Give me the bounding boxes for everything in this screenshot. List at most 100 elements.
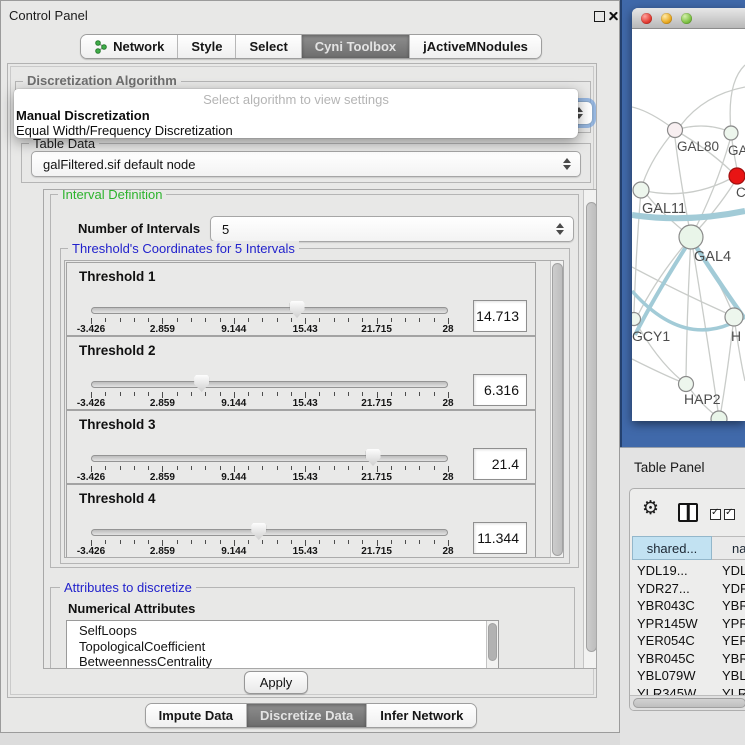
close-traffic-light[interactable] (641, 13, 652, 24)
minimize-traffic-light[interactable] (661, 13, 672, 24)
slider-track[interactable] (91, 455, 448, 462)
number-of-intervals-combobox[interactable]: 5 (210, 216, 574, 242)
tick-label: -3.426 (77, 398, 105, 409)
network-node-ga[interactable] (724, 126, 738, 140)
slider-track[interactable] (91, 381, 448, 388)
threshold-2-slider[interactable]: -3.4262.8599.14415.4321.71528 (67, 371, 537, 409)
network-node-hap2[interactable] (679, 377, 694, 392)
network-node-gal11[interactable] (633, 182, 649, 198)
network-window-titlebar[interactable] (632, 8, 745, 29)
checkbox-icon[interactable]: ✓ (724, 509, 735, 520)
minor-tick (205, 466, 206, 470)
slider-handle[interactable] (290, 301, 305, 318)
tab-impute-data[interactable]: Impute Data (146, 704, 247, 727)
slider-handle[interactable] (251, 523, 266, 540)
numerical-attributes-list[interactable]: SelfLoopsTopologicalCoefficientBetweenne… (66, 620, 499, 669)
tab-discretize-data[interactable]: Discretize Data (247, 704, 367, 727)
table-row[interactable]: YBR045CYBR0 (632, 650, 745, 668)
network-node-gal4[interactable] (679, 225, 703, 249)
threshold-2-label: Threshold 2 (79, 343, 156, 358)
checkbox-icon[interactable]: ✓ (710, 509, 721, 520)
dropdown-placeholder-option[interactable]: Select algorithm to view settings (14, 92, 578, 107)
threshold-2-value-field[interactable]: 6.316 (473, 374, 527, 406)
table-cell: YBR0 (722, 598, 745, 613)
threshold-4-value-field[interactable]: 11.344 (473, 522, 527, 554)
tab-jactivemnodules[interactable]: jActiveMNodules (410, 35, 541, 58)
minor-tick (405, 540, 406, 544)
tick-label: 2.859 (150, 324, 175, 335)
tick-label: -3.426 (77, 324, 105, 335)
tick-label: 15.43 (293, 324, 318, 335)
table-row[interactable]: YDL19...YDL1 (632, 562, 745, 580)
minor-tick (134, 318, 135, 322)
dropdown-option-equal-width[interactable]: Equal Width/Frequency Discretization (16, 123, 233, 138)
threshold-2-panel: Threshold 2 -3.4262.8599.14415.4321.7152… (66, 336, 536, 410)
table-row[interactable]: YDR27...YDR2 (632, 580, 745, 598)
minor-tick (391, 318, 392, 322)
table-row[interactable]: YER054CYER0 (632, 632, 745, 650)
threshold-3-slider[interactable]: -3.4262.8599.14415.4321.71528 (67, 445, 537, 483)
minor-tick (391, 392, 392, 396)
close-icon[interactable] (608, 10, 619, 21)
minor-tick (291, 466, 292, 470)
tab-cyni-toolbox[interactable]: Cyni Toolbox (302, 35, 410, 58)
slider-track[interactable] (91, 307, 448, 314)
table-data-combobox[interactable]: galFiltered.sif default node (31, 151, 581, 177)
minor-tick (334, 540, 335, 544)
table-row[interactable]: YBL079WYBL0 (632, 667, 745, 685)
minor-tick (434, 392, 435, 396)
settings-scrollbar[interactable] (583, 190, 597, 669)
network-node-c[interactable] (729, 168, 745, 184)
network-node-h[interactable] (725, 308, 743, 326)
tick-label: 28 (442, 324, 453, 335)
minor-tick (148, 540, 149, 544)
slider-handle[interactable] (194, 375, 209, 392)
tab-infer-network[interactable]: Infer Network (367, 704, 476, 727)
tick-label: 9.144 (221, 398, 246, 409)
slider-handle[interactable] (366, 449, 381, 466)
threshold-3-value-field[interactable]: 21.4 (473, 448, 527, 480)
zoom-traffic-light[interactable] (681, 13, 692, 24)
network-node[interactable] (711, 411, 727, 421)
minor-tick (220, 540, 221, 544)
threshold-1-slider[interactable]: -3.4262.8599.14415.4321.71528 (67, 297, 537, 335)
attributes-list-scrollbar[interactable] (486, 621, 498, 669)
minor-tick (419, 318, 420, 322)
dropdown-option-manual-discretization[interactable]: Manual Discretization (16, 108, 150, 123)
minor-tick (248, 318, 249, 322)
threshold-1-value-field[interactable]: 14.713 (473, 300, 527, 332)
list-item[interactable]: SelfLoops (67, 623, 498, 639)
tick-label: 9.144 (221, 472, 246, 483)
column-layout-icon[interactable] (678, 503, 698, 522)
table-cell: YER054C (637, 633, 695, 648)
slider-track[interactable] (91, 529, 448, 536)
tick-label: 15.43 (293, 546, 318, 557)
network-icon (94, 40, 108, 54)
float-window-icon[interactable] (594, 11, 605, 22)
minor-tick (419, 540, 420, 544)
list-item[interactable]: BetweennessCentrality (67, 654, 498, 669)
tick-label: 9.144 (221, 324, 246, 335)
network-canvas[interactable]: GAL80GACGAL11GAL4GCY1HHAP2 (632, 29, 745, 421)
table-horizontal-scrollbar[interactable] (630, 695, 745, 710)
minor-tick (334, 318, 335, 322)
table-row[interactable]: YBR043CYBR0 (632, 597, 745, 615)
table-cell: YPR1 (722, 616, 745, 631)
table-cell: YDR27... (637, 581, 690, 596)
minor-tick (105, 318, 106, 322)
tab-select[interactable]: Select (236, 35, 301, 58)
column-header-name[interactable]: na (712, 536, 745, 560)
table-row[interactable]: YPR145WYPR1 (632, 615, 745, 633)
minor-tick (262, 466, 263, 470)
network-node-gcy1[interactable] (632, 313, 641, 326)
column-header-shared-name[interactable]: shared... (632, 536, 712, 560)
window-title: Control Panel (9, 8, 88, 23)
gear-icon[interactable]: ⚙ (642, 497, 659, 519)
tab-style[interactable]: Style (178, 35, 236, 58)
threshold-4-slider[interactable]: -3.4262.8599.14415.4321.71528 (67, 519, 537, 557)
apply-button[interactable]: Apply (244, 671, 308, 694)
thresholds-scrollbar[interactable] (550, 261, 564, 558)
network-node-gal80[interactable] (668, 123, 683, 138)
tab-network[interactable]: Network (81, 35, 178, 58)
list-item[interactable]: TopologicalCoefficient (67, 639, 498, 655)
